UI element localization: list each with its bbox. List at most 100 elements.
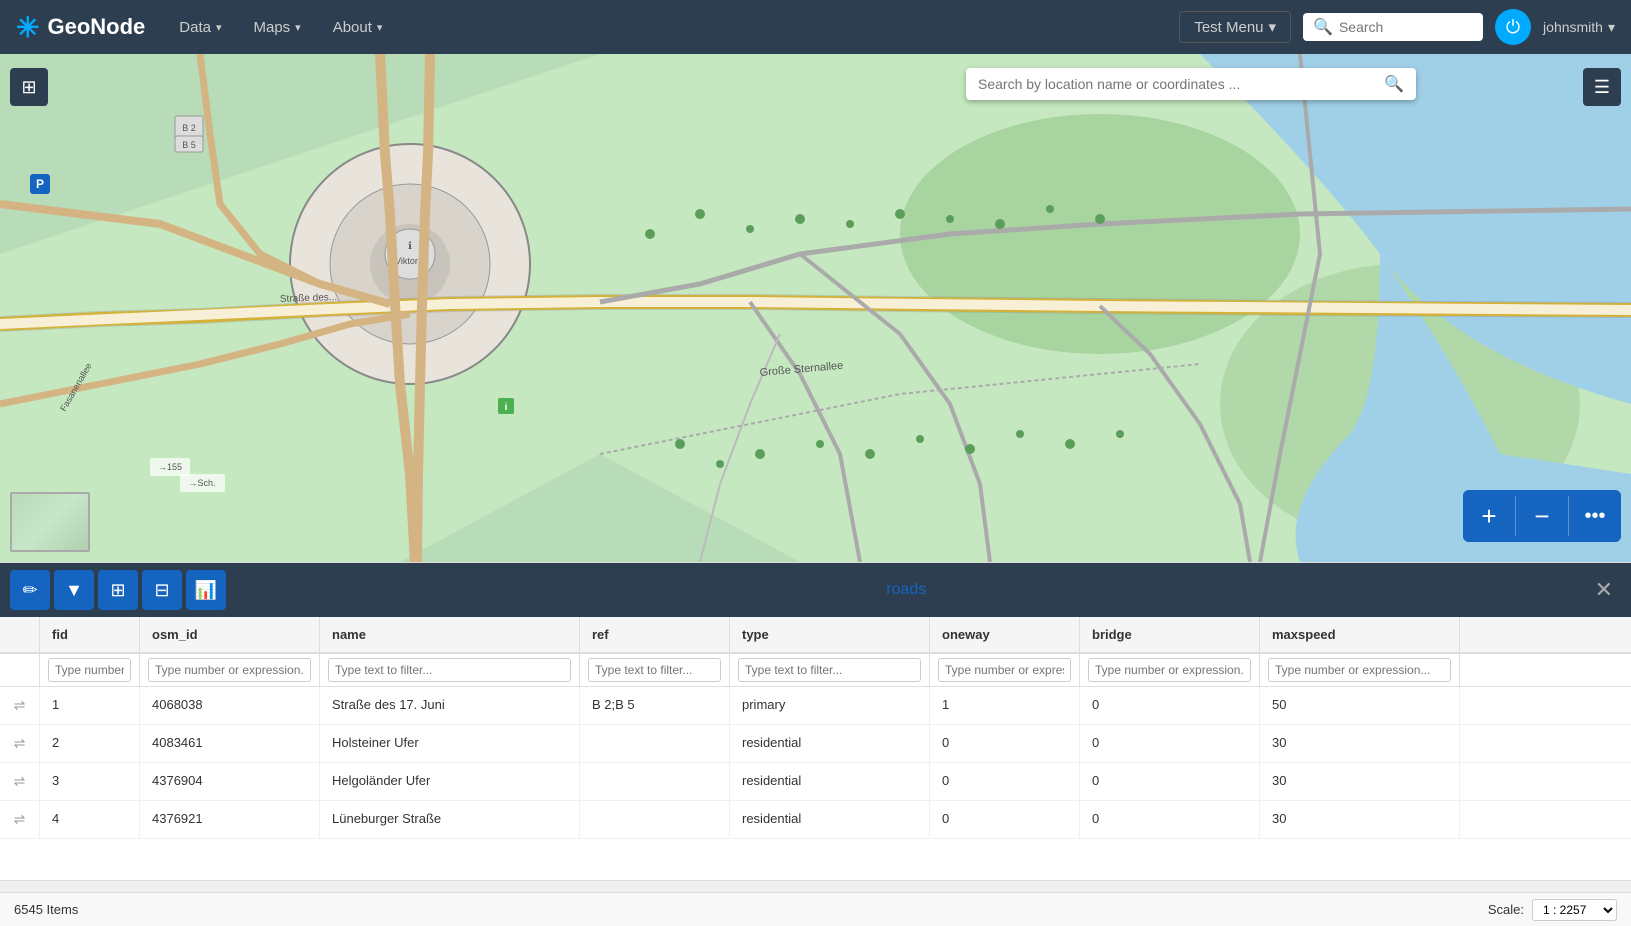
zoom-in-button[interactable]: + xyxy=(1463,490,1515,542)
logo-text: GeoNode xyxy=(47,14,145,40)
cell-oneway: 0 xyxy=(930,725,1080,762)
table-row[interactable]: ⇌ 1 4068038 Straße des 17. Juni B 2;B 5 … xyxy=(0,687,1631,725)
cell-bridge: 0 xyxy=(1080,725,1260,762)
oneway-filter-input[interactable] xyxy=(938,658,1071,682)
cell-name: Helgoländer Ufer xyxy=(320,763,580,800)
bridge-filter-input[interactable] xyxy=(1088,658,1251,682)
chevron-down-icon: ▾ xyxy=(216,21,222,34)
column-header-ref: ref xyxy=(580,617,730,652)
table-body: ⇌ 1 4068038 Straße des 17. Juni B 2;B 5 … xyxy=(0,687,1631,880)
fid-filter-input[interactable] xyxy=(48,658,131,682)
cell-fid: 1 xyxy=(40,687,140,724)
map-menu-button[interactable]: ☰ xyxy=(1583,68,1621,106)
table-status-bar: 6545 Items Scale: 1 : 2257 1 : 5000 1 : … xyxy=(0,892,1631,926)
table-scroll-area[interactable]: fid osm_id name ref type oneway bridge m… xyxy=(0,617,1631,880)
cell-maxspeed: 30 xyxy=(1260,763,1460,800)
cell-bridge: 0 xyxy=(1080,687,1260,724)
filter-ref xyxy=(580,654,730,686)
test-menu-button[interactable]: Test Menu ▾ xyxy=(1179,11,1291,43)
table-row[interactable]: ⇌ 2 4083461 Holsteiner Ufer residential … xyxy=(0,725,1631,763)
name-filter-input[interactable] xyxy=(328,658,571,682)
cell-ref xyxy=(580,801,730,838)
pencil-icon: ✏ xyxy=(22,580,37,601)
scale-label: Scale: xyxy=(1488,902,1524,917)
table-panel: ✏ ▼ ⊞ ⊟ 📊 roads ✕ fid osm_id name ref ty… xyxy=(0,562,1631,926)
filter-oneway xyxy=(930,654,1080,686)
map-layers-button[interactable]: ⊞ xyxy=(10,68,48,106)
menu-item-about[interactable]: About ▾ xyxy=(319,13,397,42)
draw-tool-button[interactable]: ✏ xyxy=(10,570,50,610)
table-row[interactable]: ⇌ 3 4376904 Helgoländer Ufer residential… xyxy=(0,763,1631,801)
chart-button[interactable]: 📊 xyxy=(186,570,226,610)
cell-name: Straße des 17. Juni xyxy=(320,687,580,724)
items-count: 6545 Items xyxy=(14,902,78,917)
filter-name xyxy=(320,654,580,686)
menu-item-data[interactable]: Data ▾ xyxy=(165,13,235,42)
cell-ref xyxy=(580,763,730,800)
column-header-name: name xyxy=(320,617,580,652)
cell-osmid: 4083461 xyxy=(140,725,320,762)
nav-search-input[interactable] xyxy=(1339,19,1473,35)
svg-text:ℹ: ℹ xyxy=(408,241,412,252)
maxspeed-filter-input[interactable] xyxy=(1268,658,1451,682)
cell-type: residential xyxy=(730,763,930,800)
cell-osmid: 4068038 xyxy=(140,687,320,724)
svg-text:→155: →155 xyxy=(158,462,182,472)
minimap[interactable] xyxy=(10,492,90,552)
zoom-controls: + − ••• xyxy=(1463,490,1621,542)
table-title[interactable]: roads xyxy=(230,581,1583,599)
main-menu: Data ▾ Maps ▾ About ▾ xyxy=(165,13,396,42)
map-container[interactable]: ℹ Viktoria Große Sternallee xyxy=(0,54,1631,562)
cell-type: primary xyxy=(730,687,930,724)
scale-select[interactable]: 1 : 2257 1 : 5000 1 : 10000 1 : 25000 xyxy=(1532,899,1617,921)
cell-maxspeed: 50 xyxy=(1260,687,1460,724)
cell-type: residential xyxy=(730,801,930,838)
cell-osmid: 4376904 xyxy=(140,763,320,800)
table-view-button[interactable]: ⊟ xyxy=(142,570,182,610)
column-header-type: type xyxy=(730,617,930,652)
row-icon-header xyxy=(0,617,40,652)
cell-bridge: 0 xyxy=(1080,801,1260,838)
svg-text:→Sch.: →Sch. xyxy=(188,478,215,488)
table-icon: ⊟ xyxy=(154,580,169,601)
table-row[interactable]: ⇌ 4 4376921 Lüneburger Straße residentia… xyxy=(0,801,1631,839)
filter-type xyxy=(730,654,930,686)
type-filter-input[interactable] xyxy=(738,658,921,682)
map-search-input[interactable] xyxy=(978,76,1376,92)
table-toolbar: ✏ ▼ ⊞ ⊟ 📊 roads ✕ xyxy=(0,563,1631,617)
row-select-icon[interactable]: ⇌ xyxy=(0,763,40,800)
cell-maxspeed: 30 xyxy=(1260,725,1460,762)
zoom-to-button[interactable]: ⊞ xyxy=(98,570,138,610)
row-select-icon[interactable]: ⇌ xyxy=(0,687,40,724)
power-button[interactable]: ⏻ xyxy=(1495,9,1531,45)
svg-text:B 5: B 5 xyxy=(182,140,196,150)
cell-ref xyxy=(580,725,730,762)
top-navigation: ✳ GeoNode Data ▾ Maps ▾ About ▾ Test Men… xyxy=(0,0,1631,54)
svg-text:i: i xyxy=(505,402,508,413)
cell-fid: 2 xyxy=(40,725,140,762)
horizontal-scrollbar[interactable] xyxy=(0,880,1631,892)
svg-text:P: P xyxy=(36,177,44,191)
close-button[interactable]: ✕ xyxy=(1587,569,1621,611)
cell-maxspeed: 30 xyxy=(1260,801,1460,838)
row-select-icon[interactable]: ⇌ xyxy=(0,801,40,838)
zoom-more-button[interactable]: ••• xyxy=(1569,490,1621,542)
map-search-button[interactable]: 🔍 xyxy=(1384,74,1404,94)
svg-text:Straße des...: Straße des... xyxy=(280,292,338,305)
zoom-out-button[interactable]: − xyxy=(1516,490,1568,542)
chevron-down-icon: ▾ xyxy=(295,21,301,34)
filter-icon-cell xyxy=(0,654,40,686)
nav-search-bar[interactable]: 🔍 xyxy=(1303,13,1483,41)
menu-item-maps[interactable]: Maps ▾ xyxy=(239,13,314,42)
ref-filter-input[interactable] xyxy=(588,658,721,682)
filter-fid xyxy=(40,654,140,686)
logo[interactable]: ✳ GeoNode xyxy=(16,11,145,44)
filter-bridge xyxy=(1080,654,1260,686)
user-menu[interactable]: johnsmith ▾ xyxy=(1543,19,1615,36)
osmid-filter-input[interactable] xyxy=(148,658,311,682)
chart-icon: 📊 xyxy=(195,580,217,601)
cell-oneway: 0 xyxy=(930,763,1080,800)
cell-type: residential xyxy=(730,725,930,762)
row-select-icon[interactable]: ⇌ xyxy=(0,725,40,762)
filter-button[interactable]: ▼ xyxy=(54,570,94,610)
